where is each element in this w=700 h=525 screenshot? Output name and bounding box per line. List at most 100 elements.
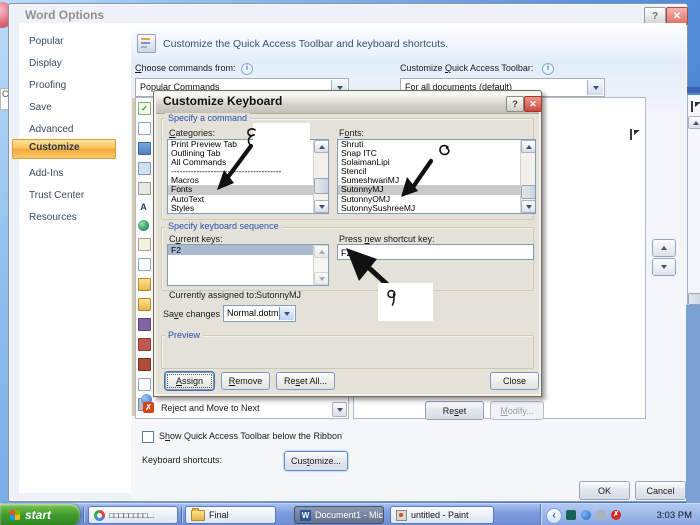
taskbar-divider [83,507,84,523]
page-header: Customize the Quick Access Toolbar and k… [163,38,449,50]
scroll-down-button[interactable] [314,200,328,213]
font-item[interactable]: SolaimanLipi [338,158,521,167]
font-item[interactable]: Stencil [338,167,521,176]
tray-network-icon[interactable] [566,510,576,520]
command-item-label[interactable]: Reject and Move to Next [161,403,260,413]
save-changes-combo[interactable]: Normal.dotm [223,305,296,322]
sidebar-item-trust-center[interactable]: Trust Center [19,190,129,201]
ok-button[interactable]: OK [579,481,630,500]
customize-qat-label: Customize Quick Access Toolbar: [400,63,534,73]
task-label: □□□□□□□□... [109,510,155,520]
clock[interactable]: 3:03 PM [657,510,692,521]
scroll-up-button[interactable] [688,116,700,129]
current-keys-listbox[interactable]: F2 [167,244,329,286]
sidebar-item-customize[interactable]: Customize [19,142,129,153]
info-icon[interactable] [241,63,253,75]
taskbar-item-browser[interactable]: □□□□□□□□... [88,506,178,524]
scroll-thumb[interactable] [688,293,700,305]
commands-scroll-down-button[interactable] [332,402,347,417]
task-label: untitled - Paint [411,510,469,520]
font-item-selected[interactable]: SutonnyMJ [338,185,521,195]
sidebar-item-display[interactable]: Display [19,58,129,69]
category-item[interactable]: All Commands [168,158,314,167]
folder-icon [191,507,205,521]
task-label: Document1 - Micr... [315,510,384,520]
sidebar-item-save[interactable]: Save [19,102,129,113]
category-item[interactable]: Macros [168,176,314,185]
specify-command-label: Specify a command [165,113,251,123]
tray-security-alert-icon[interactable]: ✗ [611,510,621,520]
save-changes-label: Save changes in: [163,309,233,319]
categories-scrollbar[interactable] [313,140,328,213]
cancel-button[interactable]: Cancel [635,481,686,500]
scroll-up-button[interactable] [521,140,535,153]
scroll-thumb[interactable] [521,185,535,199]
info-icon[interactable] [542,63,554,75]
category-item[interactable]: Styles [168,204,314,213]
modify-button[interactable]: Modify... [490,401,544,420]
sidebar-item-popular[interactable]: Popular [19,36,129,47]
category-item[interactable]: Print Preview Tab [168,140,314,149]
taskbar-item-document1[interactable]: Document1 - Micr... [294,506,384,524]
scroll-down-button[interactable] [521,200,535,213]
close-dialog-button[interactable]: Close [490,372,539,390]
categories-listbox[interactable]: Print Preview Tab Outlining Tab All Comm… [167,139,329,214]
show-qat-label: Show Quick Access Toolbar below the Ribb… [159,431,342,441]
font-item[interactable]: SutonnyOMJ [338,195,521,204]
remove-button[interactable]: Remove [221,372,270,390]
reset-all-button[interactable]: Re s et All... [276,372,335,390]
assign-button[interactable]: Assign [165,372,214,390]
category-item[interactable]: Outlining Tab [168,149,314,158]
taskbar-item-final[interactable]: Final [185,506,276,524]
background-scrollbar-accent [687,87,700,93]
font-item[interactable]: Shruti [338,140,521,149]
sidebar [19,23,132,493]
chart-icon [138,142,151,155]
sidebar-item-resources[interactable]: Resources [19,212,129,223]
scroll-up-button[interactable] [314,140,328,153]
category-item-selected[interactable]: Fonts [168,185,314,195]
current-key-item-selected[interactable]: F2 [168,245,314,255]
current-keys-label: Current keys: [169,234,223,244]
book-icon [138,318,151,331]
combo-arrow-icon[interactable] [279,307,294,320]
windows-logo-icon [10,509,20,521]
category-item[interactable]: AutoText [168,195,314,204]
table-icon [138,162,151,175]
reject-command-icon [143,402,154,413]
font-item[interactable]: SumeshwariMJ [338,176,521,185]
customize-keyboard-button[interactable]: Cus t omize... [284,451,348,471]
document2-icon [138,258,151,271]
tray-messenger-icon[interactable] [581,510,591,520]
dialog-close-button[interactable]: ✕ [524,96,542,112]
background-scrollbar[interactable] [687,95,700,305]
scroll-thumb[interactable] [314,178,328,194]
scroll-up-button [314,245,328,258]
hide-icons-chevron[interactable] [546,508,562,524]
category-separator: --------------------------------------- [171,167,282,177]
down-arrow-icon [661,265,667,269]
move-down-button[interactable] [652,258,676,276]
sidebar-item-add-ins[interactable]: Add-Ins [19,168,129,179]
sidebar-item-advanced[interactable]: Advanced [19,124,129,135]
reset-button[interactable]: Re s et [425,401,484,420]
font-item[interactable]: Snap ITC [338,149,521,158]
fonts-scrollbar[interactable] [520,140,535,213]
dialog-help-button[interactable]: ? [506,96,524,112]
move-up-button[interactable] [652,239,676,257]
dropdown-arrow-icon[interactable] [587,80,603,95]
taskbar-item-paint[interactable]: untitled - Paint [390,506,494,524]
press-new-shortcut-input[interactable] [337,244,534,260]
fonts-listbox[interactable]: Shruti Snap ITC SolaimanLipi Stencil Sum… [337,139,536,214]
dialog-title: Customize Keyboard [163,94,283,108]
scroll-down-button [314,272,328,285]
show-qat-checkbox[interactable] [142,431,154,443]
hand-cursor-icon [691,101,700,112]
categories-label: Categories: [169,128,216,138]
mail-icon [138,238,151,251]
font-item[interactable]: SutonnySushreeMJ [338,204,521,213]
sidebar-item-proofing[interactable]: Proofing [19,80,129,91]
start-button[interactable]: start [0,504,80,525]
tray-volume-icon[interactable] [596,510,606,520]
check-icon [138,102,151,115]
